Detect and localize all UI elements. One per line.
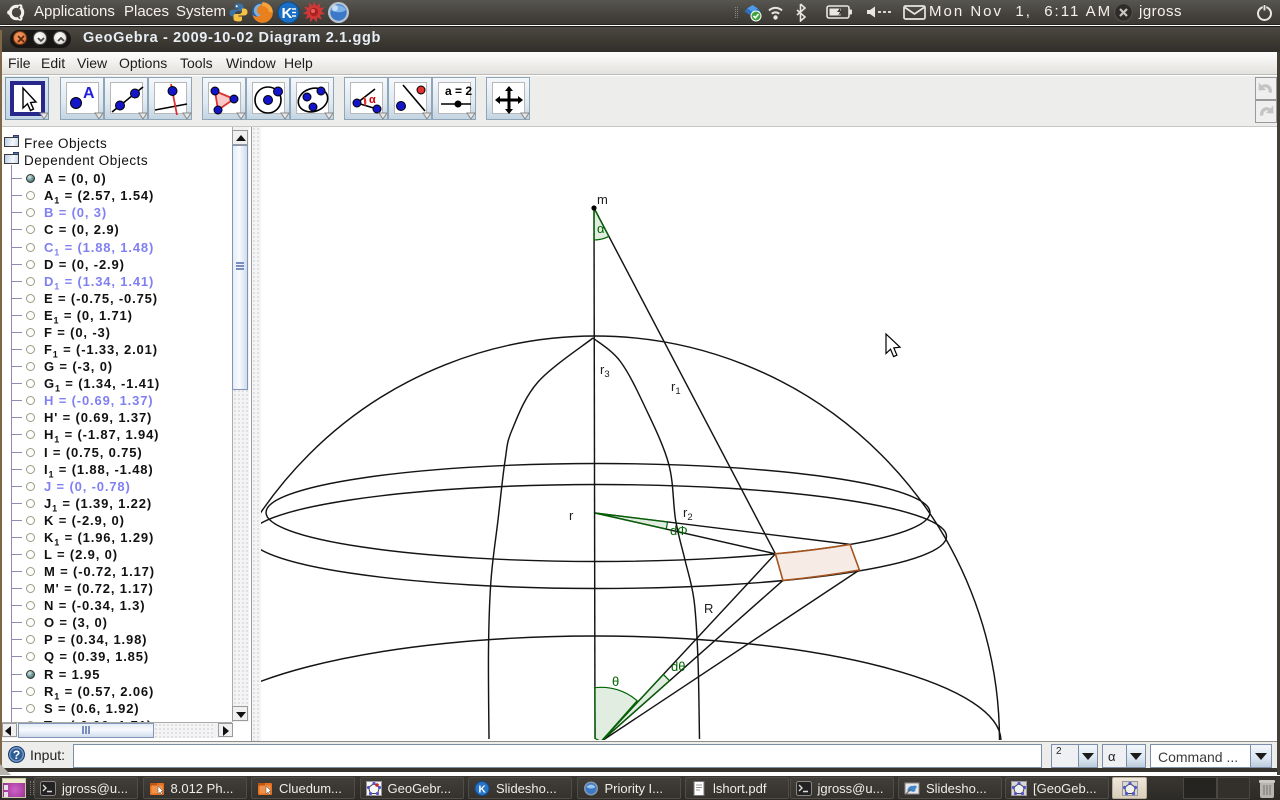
- svg-text:r1: r1: [671, 379, 681, 397]
- svg-text:r: r: [569, 508, 574, 523]
- svg-text:θ: θ: [612, 674, 619, 689]
- svg-text:dθ: dθ: [671, 659, 685, 674]
- svg-text:A: A: [83, 85, 95, 102]
- svg-text:R: R: [704, 601, 713, 616]
- svg-text:K: K: [282, 5, 293, 22]
- svg-text:α: α: [369, 94, 376, 106]
- svg-text:r3: r3: [600, 362, 610, 380]
- svg-text:r2: r2: [683, 505, 693, 523]
- svg-text:m: m: [597, 192, 608, 207]
- svg-text:a = 2: a = 2: [445, 84, 472, 98]
- svg-text:K: K: [479, 785, 487, 796]
- svg-text:α: α: [597, 221, 605, 236]
- svg-text:dΦ: dΦ: [670, 523, 688, 538]
